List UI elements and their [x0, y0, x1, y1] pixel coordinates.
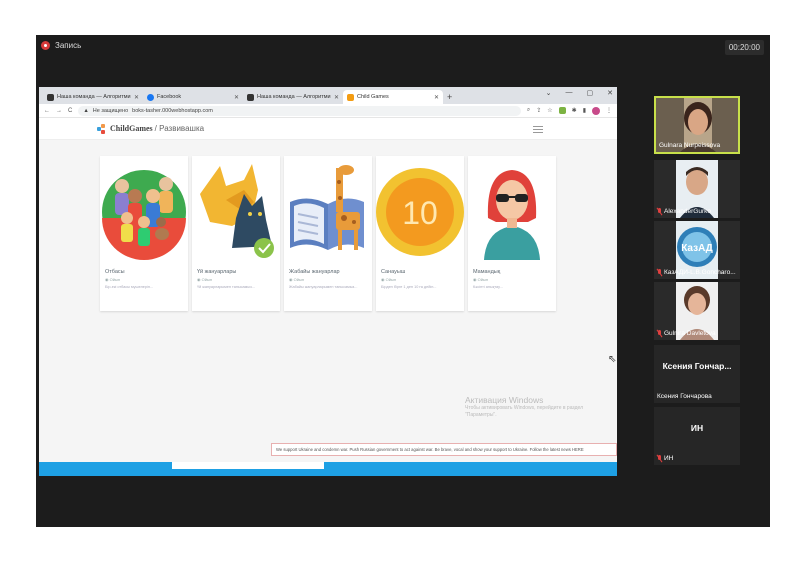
game-card-wild[interactable]: Жабайы жануарлар ◉ Ойын Жабайы жануарлар… [284, 156, 372, 311]
card-title: Мамандық [473, 269, 501, 275]
site-footer-bar [39, 462, 617, 476]
mic-muted-icon [657, 330, 662, 337]
record-icon [41, 41, 50, 50]
close-window-icon[interactable]: ✕ [607, 89, 613, 97]
childgames-icon [347, 93, 354, 101]
participant-tile-ksenia[interactable]: Ксения Гончар... Ксения Гончарова [654, 345, 740, 403]
svg-text:КазАД: КазАД [681, 243, 713, 254]
card-title: Жабайы жануарлар [289, 269, 340, 275]
hamburger-menu-icon[interactable] [533, 126, 543, 133]
participant-name: ИН [664, 455, 674, 462]
address-bar-row: ← → C ▲ Не защищено boks-tasher.000webho… [39, 104, 617, 118]
profession-illustration [468, 156, 556, 264]
meeting-timer: 00:20:00 [724, 40, 764, 55]
participant-big-label: Ксения Гончар... [662, 361, 732, 371]
tab-algoritmika-1[interactable]: Наша команда — Алгоритмика ✕ [43, 90, 143, 104]
menu-icon[interactable]: ⋮ [606, 107, 612, 114]
child-games-site: ChildGames / Развивашка Отбасы ◉ Ойын Бі… [39, 118, 617, 476]
close-icon[interactable]: ✕ [334, 94, 339, 101]
game-card-counting[interactable]: 10 Санауыш ◉ Ойын Бірден бірге 1 ден 10 … [376, 156, 464, 311]
site-header: ChildGames / Развивашка [39, 118, 617, 140]
security-label: Не защищено [92, 107, 129, 114]
windows-activation-watermark: Активация Windows Чтобы активировать Win… [465, 395, 584, 418]
algoritmika-icon [47, 93, 54, 101]
participant-tile-gulnira[interactable]: Gulnira Davletova [654, 282, 740, 340]
window-controls: ⌄ — ▢ ✕ [546, 89, 613, 97]
toolbar-icons: ⌕ ⇪ ☆ ✱ ▮ ⋮ [527, 106, 612, 115]
participant-name: Gulnara Nurpeissova [659, 142, 721, 149]
participant-name: Gulnira Davletova [664, 330, 716, 337]
childgames-logo-icon [97, 123, 107, 134]
record-label: Запись [55, 41, 82, 50]
algoritmika-icon [247, 93, 254, 101]
back-icon[interactable]: ← [44, 108, 50, 114]
extension-icon[interactable] [558, 107, 566, 114]
counting-illustration: 10 [376, 156, 464, 264]
new-tab-button[interactable]: + [447, 90, 452, 104]
game-cards: Отбасы ◉ Ойын Бір-екі отбасы мүшелерін..… [100, 156, 556, 311]
sidebar-icon[interactable]: ▮ [583, 107, 586, 114]
recording-indicator[interactable]: Запись [41, 41, 81, 50]
card-description: Жабайы жануарларымен танысамыз... [289, 285, 358, 289]
mic-muted-icon [657, 269, 662, 276]
participant-name: Ксения Гончарова [657, 393, 712, 400]
game-card-pets[interactable]: Үй жануарлары ◉ Ойын Үй жануарларымен та… [192, 156, 280, 311]
browser-tab-bar: Наша команда — Алгоритмика ✕ Facebook ✕ … [39, 87, 617, 104]
wild-animals-illustration [284, 156, 372, 264]
mic-muted-icon [657, 455, 662, 462]
star-icon[interactable]: ☆ [547, 107, 552, 114]
tab-child-games[interactable]: Child Games ✕ [343, 90, 443, 104]
profile-avatar[interactable] [592, 106, 600, 115]
puzzle-icon[interactable]: ✱ [572, 107, 577, 114]
minimize-icon[interactable]: — [566, 89, 573, 97]
facebook-icon [147, 93, 154, 101]
share-icon[interactable]: ⇪ [536, 107, 541, 114]
card-description: Үй жануарларымен танысамыз... [197, 285, 255, 289]
card-meta: ◉ Ойын [197, 277, 213, 282]
card-meta: ◉ Ойын [289, 277, 305, 282]
participant-tile-alexander[interactable]: AlexanderGurko [654, 160, 740, 218]
shared-screen: Наша команда — Алгоритмика ✕ Facebook ✕ … [39, 87, 617, 476]
pets-illustration [192, 156, 280, 264]
card-meta: ◉ Ойын [473, 277, 489, 282]
ukraine-support-banner[interactable]: We support Ukraine and condemn war. Push… [271, 443, 617, 456]
tab-algoritmika-2[interactable]: Наша команда — Алгоритмика ✕ [243, 90, 343, 104]
zoom-window: Запись 00:20:00 Наша команда — Алгоритми… [36, 35, 770, 527]
chevron-down-icon[interactable]: ⌄ [546, 89, 552, 97]
participant-big-label: ИН [690, 423, 704, 433]
card-title: Отбасы [105, 269, 125, 275]
card-title: Санауыш [381, 269, 406, 275]
site-brand[interactable]: ChildGames [110, 124, 153, 133]
card-description: Бір-екі отбасы мүшелерін... [105, 285, 154, 289]
forward-icon[interactable]: → [56, 108, 62, 114]
maximize-icon[interactable]: ▢ [587, 89, 594, 97]
game-card-family[interactable]: Отбасы ◉ Ойын Бір-екі отбасы мүшелерін..… [100, 156, 188, 311]
tab-facebook[interactable]: Facebook ✕ [143, 90, 243, 104]
participant-tile-kazadi[interactable]: КазАД КазАДИ-L.B.Goncharo... [654, 221, 740, 279]
game-card-profession[interactable]: Мамандық ◉ Ойын Кәсіпті анықтау... [468, 156, 556, 311]
svg-text:10: 10 [402, 195, 438, 231]
close-icon[interactable]: ✕ [134, 94, 139, 101]
participant-name: КазАДИ-L.B.Goncharo... [664, 269, 736, 276]
card-description: Бірден бірге 1 ден 10 ға дейін... [381, 285, 437, 289]
close-icon[interactable]: ✕ [234, 94, 239, 101]
family-illustration [100, 156, 188, 264]
mic-muted-icon [657, 208, 662, 215]
zoom-icon[interactable]: ⌕ [527, 107, 530, 114]
card-meta: ◉ Ойын [105, 277, 121, 282]
card-title: Үй жануарлары [197, 269, 237, 275]
url-text: boks-tasher.000webhostapp.com [132, 107, 213, 114]
card-meta: ◉ Ойын [381, 277, 397, 282]
warning-icon: ▲ [83, 107, 89, 114]
close-icon[interactable]: ✕ [434, 94, 439, 101]
card-description: Кәсіпті анықтау... [473, 285, 503, 289]
participant-tile-gulnara[interactable]: Gulnara Nurpeissova [654, 96, 740, 154]
reload-icon[interactable]: C [68, 108, 72, 114]
site-subtitle: / Развивашка [154, 124, 205, 133]
participant-tile-in[interactable]: ИН ИН [654, 407, 740, 465]
address-bar[interactable]: ▲ Не защищено boks-tasher.000webhostapp.… [78, 105, 521, 116]
mouse-cursor-icon: ⇖ [608, 354, 617, 365]
participant-name: AlexanderGurko [664, 208, 711, 215]
